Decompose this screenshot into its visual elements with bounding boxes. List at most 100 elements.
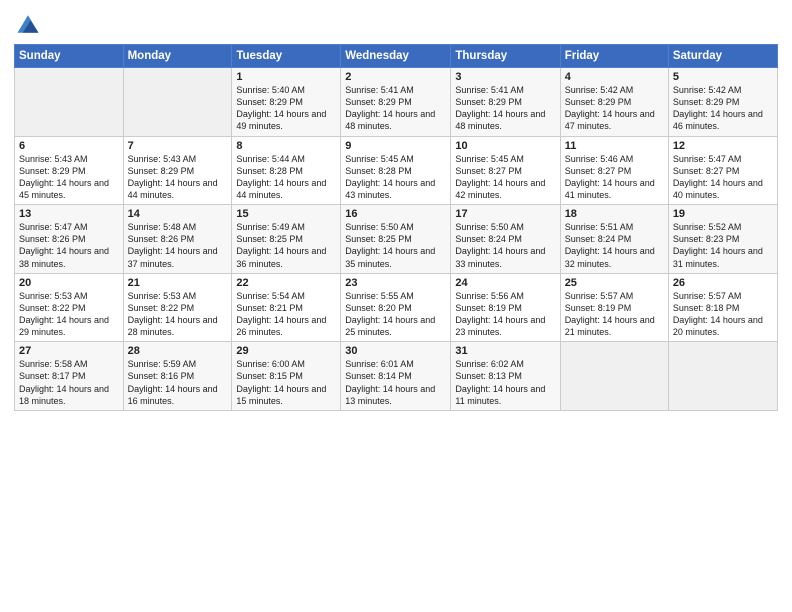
calendar-cell: 7Sunrise: 5:43 AM Sunset: 8:29 PM Daylig…: [123, 136, 232, 205]
calendar-week-row: 13Sunrise: 5:47 AM Sunset: 8:26 PM Dayli…: [15, 205, 778, 274]
cell-info: Sunrise: 5:44 AM Sunset: 8:28 PM Dayligh…: [236, 153, 336, 202]
page: SundayMondayTuesdayWednesdayThursdayFrid…: [0, 0, 792, 612]
day-number: 6: [19, 140, 119, 152]
day-number: 13: [19, 208, 119, 220]
day-number: 19: [673, 208, 773, 220]
cell-info: Sunrise: 5:41 AM Sunset: 8:29 PM Dayligh…: [455, 84, 555, 133]
cell-info: Sunrise: 5:57 AM Sunset: 8:19 PM Dayligh…: [565, 290, 664, 339]
cell-info: Sunrise: 5:59 AM Sunset: 8:16 PM Dayligh…: [128, 358, 228, 407]
day-number: 10: [455, 140, 555, 152]
cell-info: Sunrise: 5:43 AM Sunset: 8:29 PM Dayligh…: [19, 153, 119, 202]
calendar-cell: 21Sunrise: 5:53 AM Sunset: 8:22 PM Dayli…: [123, 273, 232, 342]
calendar-cell: 30Sunrise: 6:01 AM Sunset: 8:14 PM Dayli…: [341, 342, 451, 411]
calendar-cell: 24Sunrise: 5:56 AM Sunset: 8:19 PM Dayli…: [451, 273, 560, 342]
cell-info: Sunrise: 5:47 AM Sunset: 8:27 PM Dayligh…: [673, 153, 773, 202]
weekday-header: Monday: [123, 45, 232, 68]
cell-info: Sunrise: 5:43 AM Sunset: 8:29 PM Dayligh…: [128, 153, 228, 202]
calendar-cell: [560, 342, 668, 411]
calendar-cell: 28Sunrise: 5:59 AM Sunset: 8:16 PM Dayli…: [123, 342, 232, 411]
calendar-cell: 4Sunrise: 5:42 AM Sunset: 8:29 PM Daylig…: [560, 68, 668, 137]
cell-info: Sunrise: 6:02 AM Sunset: 8:13 PM Dayligh…: [455, 358, 555, 407]
day-number: 25: [565, 277, 664, 289]
day-number: 21: [128, 277, 228, 289]
weekday-header: Wednesday: [341, 45, 451, 68]
day-number: 17: [455, 208, 555, 220]
weekday-header: Thursday: [451, 45, 560, 68]
day-number: 31: [455, 345, 555, 357]
calendar-table: SundayMondayTuesdayWednesdayThursdayFrid…: [14, 44, 778, 411]
day-number: 15: [236, 208, 336, 220]
calendar-cell: 2Sunrise: 5:41 AM Sunset: 8:29 PM Daylig…: [341, 68, 451, 137]
day-number: 28: [128, 345, 228, 357]
calendar-cell: 31Sunrise: 6:02 AM Sunset: 8:13 PM Dayli…: [451, 342, 560, 411]
calendar-cell: 11Sunrise: 5:46 AM Sunset: 8:27 PM Dayli…: [560, 136, 668, 205]
logo: [14, 10, 44, 38]
weekday-header: Friday: [560, 45, 668, 68]
cell-info: Sunrise: 5:45 AM Sunset: 8:27 PM Dayligh…: [455, 153, 555, 202]
cell-info: Sunrise: 5:47 AM Sunset: 8:26 PM Dayligh…: [19, 221, 119, 270]
day-number: 11: [565, 140, 664, 152]
calendar-cell: [123, 68, 232, 137]
cell-info: Sunrise: 5:54 AM Sunset: 8:21 PM Dayligh…: [236, 290, 336, 339]
calendar-header-row: SundayMondayTuesdayWednesdayThursdayFrid…: [15, 45, 778, 68]
calendar-cell: 25Sunrise: 5:57 AM Sunset: 8:19 PM Dayli…: [560, 273, 668, 342]
day-number: 23: [345, 277, 446, 289]
day-number: 4: [565, 71, 664, 83]
header: [14, 10, 778, 38]
calendar-cell: 5Sunrise: 5:42 AM Sunset: 8:29 PM Daylig…: [668, 68, 777, 137]
calendar-cell: [15, 68, 124, 137]
calendar-cell: 12Sunrise: 5:47 AM Sunset: 8:27 PM Dayli…: [668, 136, 777, 205]
calendar-cell: 27Sunrise: 5:58 AM Sunset: 8:17 PM Dayli…: [15, 342, 124, 411]
cell-info: Sunrise: 5:58 AM Sunset: 8:17 PM Dayligh…: [19, 358, 119, 407]
calendar-cell: 22Sunrise: 5:54 AM Sunset: 8:21 PM Dayli…: [232, 273, 341, 342]
calendar-cell: 6Sunrise: 5:43 AM Sunset: 8:29 PM Daylig…: [15, 136, 124, 205]
day-number: 1: [236, 71, 336, 83]
calendar-cell: 15Sunrise: 5:49 AM Sunset: 8:25 PM Dayli…: [232, 205, 341, 274]
calendar-cell: 17Sunrise: 5:50 AM Sunset: 8:24 PM Dayli…: [451, 205, 560, 274]
calendar-week-row: 6Sunrise: 5:43 AM Sunset: 8:29 PM Daylig…: [15, 136, 778, 205]
day-number: 8: [236, 140, 336, 152]
cell-info: Sunrise: 5:53 AM Sunset: 8:22 PM Dayligh…: [19, 290, 119, 339]
calendar-cell: 8Sunrise: 5:44 AM Sunset: 8:28 PM Daylig…: [232, 136, 341, 205]
day-number: 24: [455, 277, 555, 289]
weekday-header: Tuesday: [232, 45, 341, 68]
cell-info: Sunrise: 5:50 AM Sunset: 8:24 PM Dayligh…: [455, 221, 555, 270]
day-number: 30: [345, 345, 446, 357]
cell-info: Sunrise: 6:00 AM Sunset: 8:15 PM Dayligh…: [236, 358, 336, 407]
day-number: 14: [128, 208, 228, 220]
day-number: 16: [345, 208, 446, 220]
cell-info: Sunrise: 5:51 AM Sunset: 8:24 PM Dayligh…: [565, 221, 664, 270]
cell-info: Sunrise: 6:01 AM Sunset: 8:14 PM Dayligh…: [345, 358, 446, 407]
day-number: 2: [345, 71, 446, 83]
calendar-cell: 26Sunrise: 5:57 AM Sunset: 8:18 PM Dayli…: [668, 273, 777, 342]
cell-info: Sunrise: 5:52 AM Sunset: 8:23 PM Dayligh…: [673, 221, 773, 270]
day-number: 12: [673, 140, 773, 152]
cell-info: Sunrise: 5:42 AM Sunset: 8:29 PM Dayligh…: [673, 84, 773, 133]
calendar-cell: [668, 342, 777, 411]
cell-info: Sunrise: 5:48 AM Sunset: 8:26 PM Dayligh…: [128, 221, 228, 270]
calendar-cell: 14Sunrise: 5:48 AM Sunset: 8:26 PM Dayli…: [123, 205, 232, 274]
day-number: 18: [565, 208, 664, 220]
day-number: 3: [455, 71, 555, 83]
calendar-week-row: 27Sunrise: 5:58 AM Sunset: 8:17 PM Dayli…: [15, 342, 778, 411]
day-number: 22: [236, 277, 336, 289]
day-number: 20: [19, 277, 119, 289]
calendar-cell: 19Sunrise: 5:52 AM Sunset: 8:23 PM Dayli…: [668, 205, 777, 274]
cell-info: Sunrise: 5:56 AM Sunset: 8:19 PM Dayligh…: [455, 290, 555, 339]
day-number: 7: [128, 140, 228, 152]
cell-info: Sunrise: 5:46 AM Sunset: 8:27 PM Dayligh…: [565, 153, 664, 202]
day-number: 5: [673, 71, 773, 83]
day-number: 26: [673, 277, 773, 289]
cell-info: Sunrise: 5:57 AM Sunset: 8:18 PM Dayligh…: [673, 290, 773, 339]
weekday-header: Sunday: [15, 45, 124, 68]
calendar-week-row: 1Sunrise: 5:40 AM Sunset: 8:29 PM Daylig…: [15, 68, 778, 137]
calendar-cell: 9Sunrise: 5:45 AM Sunset: 8:28 PM Daylig…: [341, 136, 451, 205]
calendar-cell: 18Sunrise: 5:51 AM Sunset: 8:24 PM Dayli…: [560, 205, 668, 274]
cell-info: Sunrise: 5:41 AM Sunset: 8:29 PM Dayligh…: [345, 84, 446, 133]
calendar-cell: 13Sunrise: 5:47 AM Sunset: 8:26 PM Dayli…: [15, 205, 124, 274]
calendar-week-row: 20Sunrise: 5:53 AM Sunset: 8:22 PM Dayli…: [15, 273, 778, 342]
calendar-cell: 10Sunrise: 5:45 AM Sunset: 8:27 PM Dayli…: [451, 136, 560, 205]
day-number: 9: [345, 140, 446, 152]
logo-icon: [14, 10, 42, 38]
cell-info: Sunrise: 5:50 AM Sunset: 8:25 PM Dayligh…: [345, 221, 446, 270]
